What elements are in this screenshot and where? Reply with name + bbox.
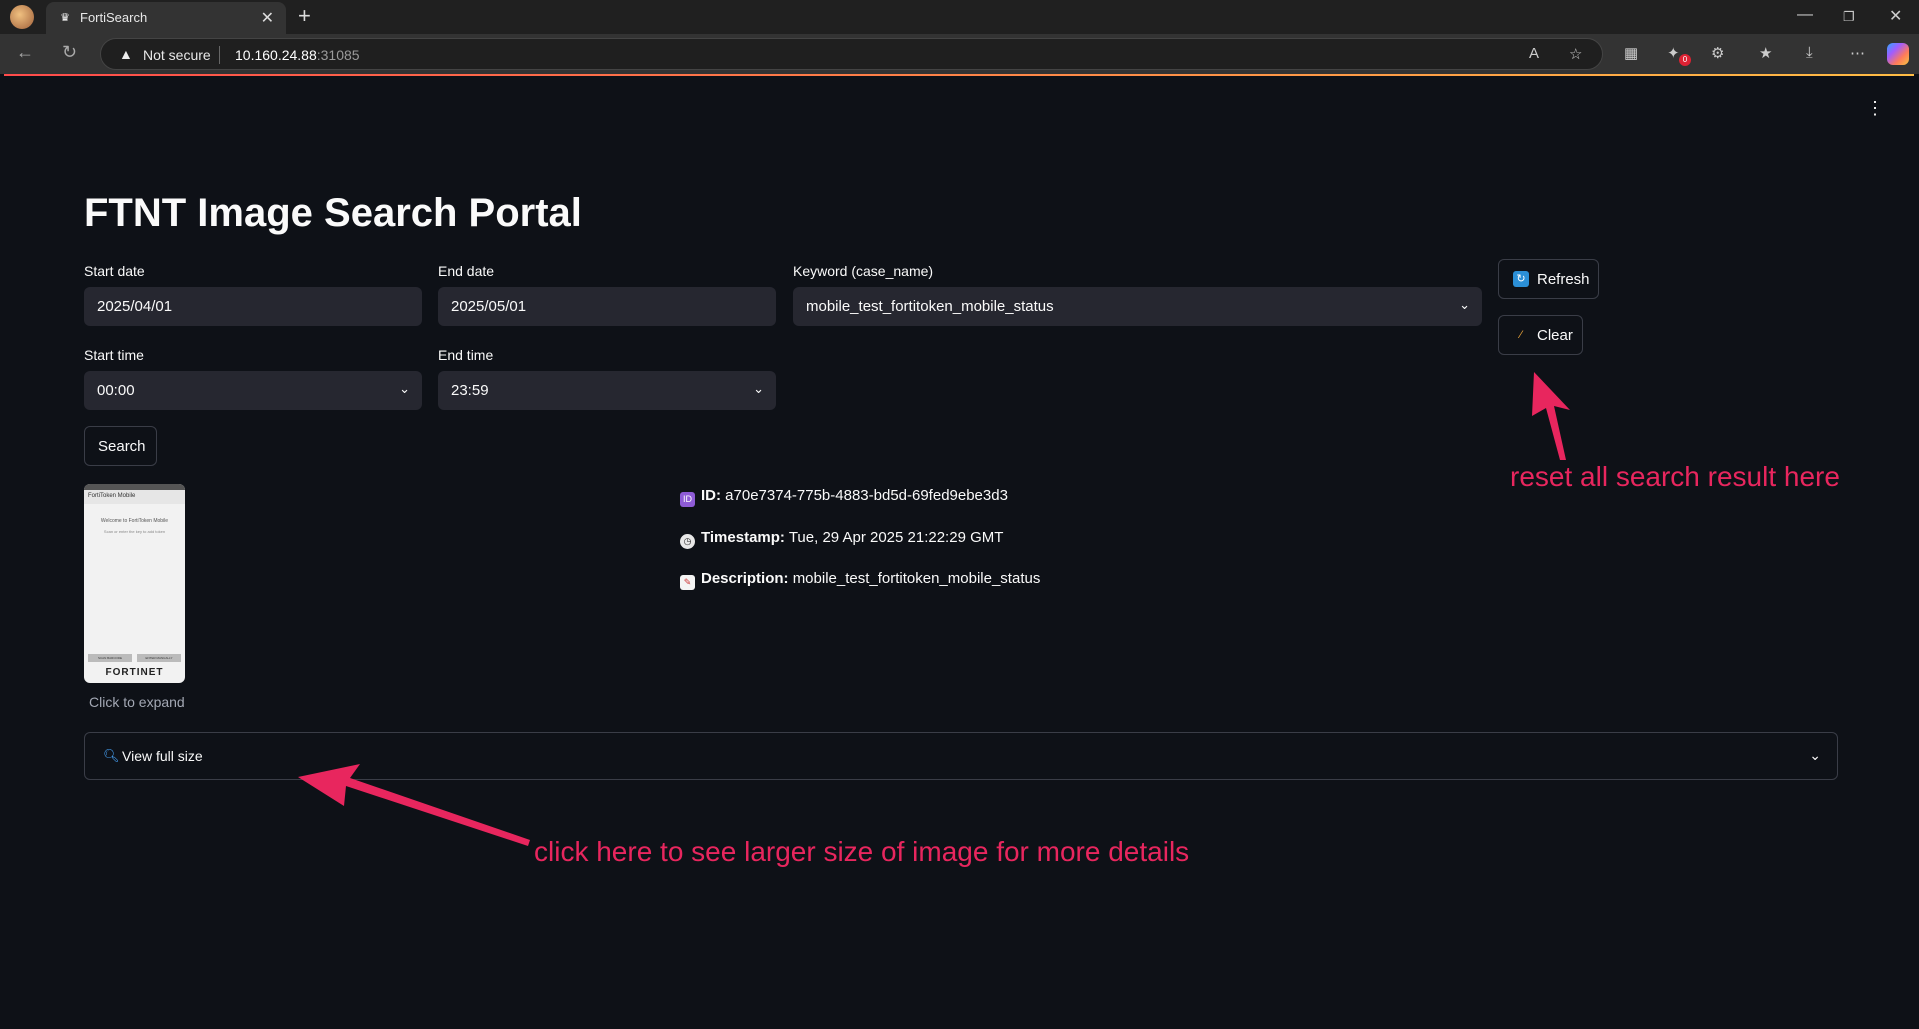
annotation-arrows bbox=[298, 372, 1570, 846]
reset-arrow bbox=[1532, 372, 1570, 460]
expand-arrow bbox=[298, 764, 530, 846]
